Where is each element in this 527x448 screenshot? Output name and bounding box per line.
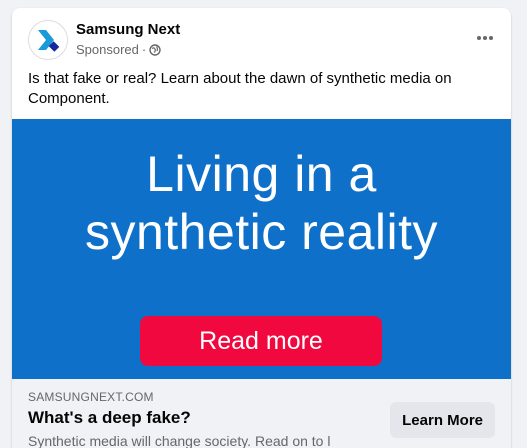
meta-separator: ·	[141, 42, 147, 57]
samsung-next-logo	[38, 30, 60, 52]
link-preview[interactable]: SAMSUNGNEXT.COM What's a deep fake? Synt…	[12, 379, 511, 448]
link-domain: SAMSUNGNEXT.COM	[28, 390, 154, 404]
headline-line-1: Living in a	[146, 146, 377, 202]
link-description: Synthetic media will change society. Rea…	[28, 433, 331, 448]
creative-headline: Living in a synthetic reality	[12, 145, 511, 261]
page-name[interactable]: Samsung Next	[76, 21, 180, 38]
globe-icon	[149, 43, 161, 56]
link-title[interactable]: What's a deep fake?	[28, 408, 191, 428]
headline-line-2: synthetic reality	[84, 204, 439, 260]
ad-creative-image[interactable]: Living in a synthetic reality Read more	[12, 119, 511, 379]
more-options-button[interactable]	[471, 26, 499, 50]
post-header: Samsung Next Sponsored ·	[12, 8, 511, 66]
avatar[interactable]	[28, 20, 68, 60]
learn-more-button[interactable]: Learn More	[390, 402, 495, 438]
ellipsis-icon	[477, 36, 493, 40]
sponsored-post-card: Samsung Next Sponsored · Is that fake or…	[12, 8, 511, 448]
post-meta: Sponsored ·	[76, 42, 161, 57]
read-more-button[interactable]: Read more	[140, 316, 382, 366]
post-text: Is that fake or real? Learn about the da…	[28, 70, 452, 107]
sponsored-label[interactable]: Sponsored	[76, 42, 139, 57]
